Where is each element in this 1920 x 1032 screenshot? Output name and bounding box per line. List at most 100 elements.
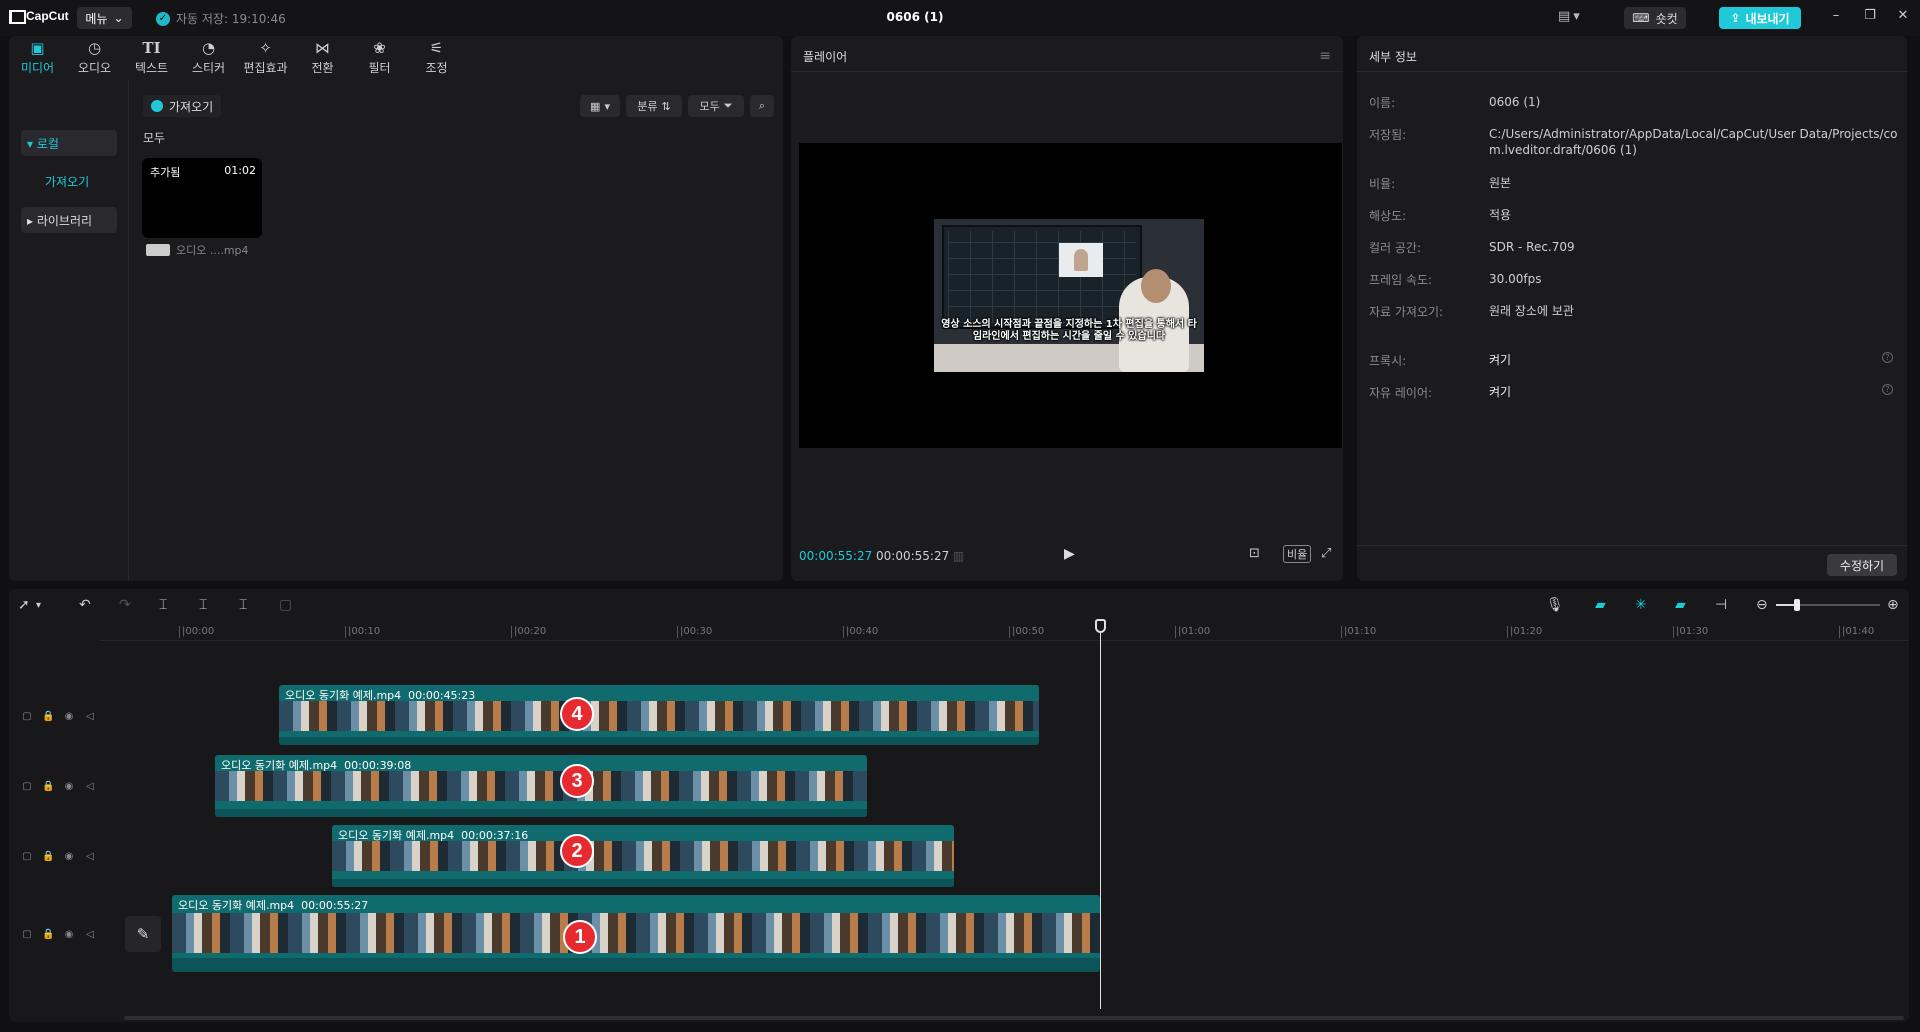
playhead-line[interactable]	[1100, 621, 1101, 1009]
sticker-icon: ◔	[201, 39, 216, 57]
lock-icon[interactable]: 🔒	[42, 851, 54, 862]
speaker-icon[interactable]: ◁	[84, 711, 96, 722]
clip-waveform	[215, 809, 867, 817]
zoom-slider[interactable]	[1776, 599, 1880, 611]
lock-icon[interactable]: 🔒	[42, 711, 54, 722]
track-toggle-icon[interactable]: ▢	[21, 851, 33, 862]
search-button[interactable]: ⌕	[750, 95, 774, 117]
detail-key: 컬러 공간:	[1369, 241, 1422, 255]
fullscreen-icon[interactable]: ⤢	[1321, 546, 1331, 561]
tab-label: 텍스트	[134, 61, 169, 75]
chevron-down-icon: ▾	[1573, 9, 1580, 24]
clip-duration: 00:00:55:27	[301, 899, 369, 912]
ruler-tick: |00:20	[510, 626, 547, 638]
view-toggle-button[interactable]: ▦ ▾	[580, 95, 620, 117]
timeline-clip-2[interactable]: 오디오 동기화 예제.mp4 00:00:37:16	[332, 825, 954, 887]
plus-icon	[151, 100, 163, 112]
timecode-grid-icon[interactable]: ▥	[953, 549, 964, 563]
video-preview[interactable]: 영상 소스의 시작점과 끝점을 지정하는 1차 편집을 통해서 타임라인에서 편…	[799, 143, 1342, 448]
redo-icon: ↷	[119, 597, 131, 613]
zoom-in-icon[interactable]: ⊕	[1887, 597, 1899, 613]
hamburger-menu-icon[interactable]: ≡	[1319, 48, 1331, 64]
tab-sticker[interactable]: ◔ 스티커	[180, 36, 237, 80]
window-title: 0606 (1)	[886, 10, 944, 24]
undo-icon[interactable]: ↶	[79, 597, 91, 613]
tab-adjust[interactable]: ⚟ 조정	[408, 36, 465, 80]
clip-waveform	[172, 958, 1100, 972]
timeline-clip-4[interactable]: 오디오 동기화 예제.mp4 00:00:45:23	[279, 685, 1039, 745]
zoom-out-icon[interactable]: ⊖	[1756, 597, 1768, 613]
sort-button[interactable]: 분류 ⇅	[626, 95, 682, 117]
zoom-fit-icon[interactable]: ⊡	[1249, 546, 1260, 561]
speaker-icon[interactable]: ◁	[84, 781, 96, 792]
restore-icon[interactable]: ❐	[1860, 8, 1880, 23]
audio-icon: ◷	[87, 39, 102, 57]
tab-filter[interactable]: ❀ 필터	[351, 36, 408, 80]
timeline-clip-3[interactable]: 오디오 동기화 예제.mp4 00:00:39:08	[215, 755, 867, 817]
tab-label: 조정	[425, 61, 448, 75]
trim-left-icon[interactable]: ⌶	[199, 597, 207, 613]
video-subtitle: 영상 소스의 시작점과 끝점을 지정하는 1차 편집을 통해서 타임라인에서 편…	[941, 319, 1197, 342]
select-cursor-icon[interactable]: ➚	[18, 597, 30, 613]
tab-media[interactable]: ▣ 미디어	[9, 36, 66, 80]
sidebar-item-local[interactable]: ▾ 로컬	[21, 130, 117, 156]
help-icon[interactable]: ?	[1882, 352, 1893, 363]
eye-icon[interactable]: ◉	[63, 711, 75, 722]
detail-value: 0606 (1)	[1489, 95, 1541, 109]
clip-thumbnails	[332, 841, 954, 871]
link-icon[interactable]: ▰	[1675, 597, 1686, 613]
tab-label: 미디어	[20, 61, 55, 75]
tab-audio[interactable]: ◷ 오디오	[66, 36, 123, 80]
lock-icon[interactable]: 🔒	[42, 781, 54, 792]
microphone-icon[interactable]: 🎙	[1546, 597, 1564, 613]
timeline-clip-1[interactable]: 오디오 동기화 예제.mp4 00:00:55:27	[172, 895, 1100, 972]
zoom-knob[interactable]	[1794, 599, 1800, 611]
modify-button[interactable]: 수정하기	[1827, 554, 1897, 576]
eye-icon[interactable]: ◉	[63, 781, 75, 792]
tab-effects[interactable]: ✧ 편집효과	[237, 36, 294, 80]
import-button[interactable]: 가져오기	[143, 95, 222, 117]
detail-value: 원래 장소에 보관	[1489, 304, 1574, 318]
timeline-ruler[interactable]: |00:00 |00:10 |00:20 |00:30 |00:40 |00:5…	[99, 621, 1909, 641]
tab-transition[interactable]: ⋈ 전환	[294, 36, 351, 80]
layout-button[interactable]: ▤ ▾	[1558, 9, 1580, 24]
timeline-scrollbar[interactable]	[124, 1016, 1904, 1020]
track-toggle-icon[interactable]: ▢	[21, 929, 33, 940]
close-icon[interactable]: ✕	[1893, 8, 1913, 23]
play-icon[interactable]: ▶	[1064, 546, 1075, 562]
chevron-down-icon[interactable]: ▾	[36, 600, 41, 611]
detail-value: 켜기	[1489, 353, 1512, 367]
ratio-button[interactable]: 비율	[1283, 545, 1312, 563]
detail-value: 30.00fps	[1489, 272, 1542, 286]
ruler-tick: |00:40	[842, 626, 879, 638]
auto-snap-icon[interactable]: ✳	[1635, 597, 1647, 613]
speaker-icon[interactable]: ◁	[84, 929, 96, 940]
player-title: 플레이어	[803, 50, 848, 64]
export-button[interactable]: ⇪ 내보내기	[1719, 7, 1801, 29]
help-icon[interactable]: ?	[1882, 384, 1893, 395]
eye-icon[interactable]: ◉	[63, 929, 75, 940]
sidebar-item-import[interactable]: 가져오기	[21, 168, 117, 194]
preview-axis-icon[interactable]: ⊣	[1715, 597, 1727, 613]
sidebar-item-library[interactable]: ▸ 라이브러리	[21, 207, 117, 233]
split-icon[interactable]: ⌶	[159, 597, 167, 613]
main-track-magnet-icon[interactable]: ▰	[1595, 597, 1606, 613]
speaker-icon[interactable]: ◁	[84, 851, 96, 862]
detail-value: SDR - Rec.709	[1489, 240, 1575, 254]
playhead-handle[interactable]	[1095, 619, 1106, 633]
clip-thumbnails	[172, 913, 1100, 953]
track-toggle-icon[interactable]: ▢	[21, 711, 33, 722]
lock-icon[interactable]: 🔒	[42, 929, 54, 940]
track-toggle-icon[interactable]: ▢	[21, 781, 33, 792]
shortcut-button[interactable]: ⌨ 숏컷	[1624, 7, 1686, 29]
filter-button[interactable]: 모두 ⏷	[688, 95, 744, 117]
minimize-icon[interactable]: –	[1826, 8, 1846, 23]
eye-icon[interactable]: ◉	[63, 851, 75, 862]
media-thumbnail[interactable]: 추가됨 01:02	[142, 158, 262, 238]
tab-text[interactable]: TI 텍스트	[123, 36, 180, 80]
trim-right-icon[interactable]: ⌶	[239, 597, 247, 613]
track-controls: ▢ 🔒 ◉ ◁	[9, 776, 99, 796]
pencil-icon: ✎	[136, 925, 150, 943]
cover-edit-button[interactable]: ✎	[125, 916, 161, 952]
detail-key: 저장됨:	[1369, 128, 1407, 142]
